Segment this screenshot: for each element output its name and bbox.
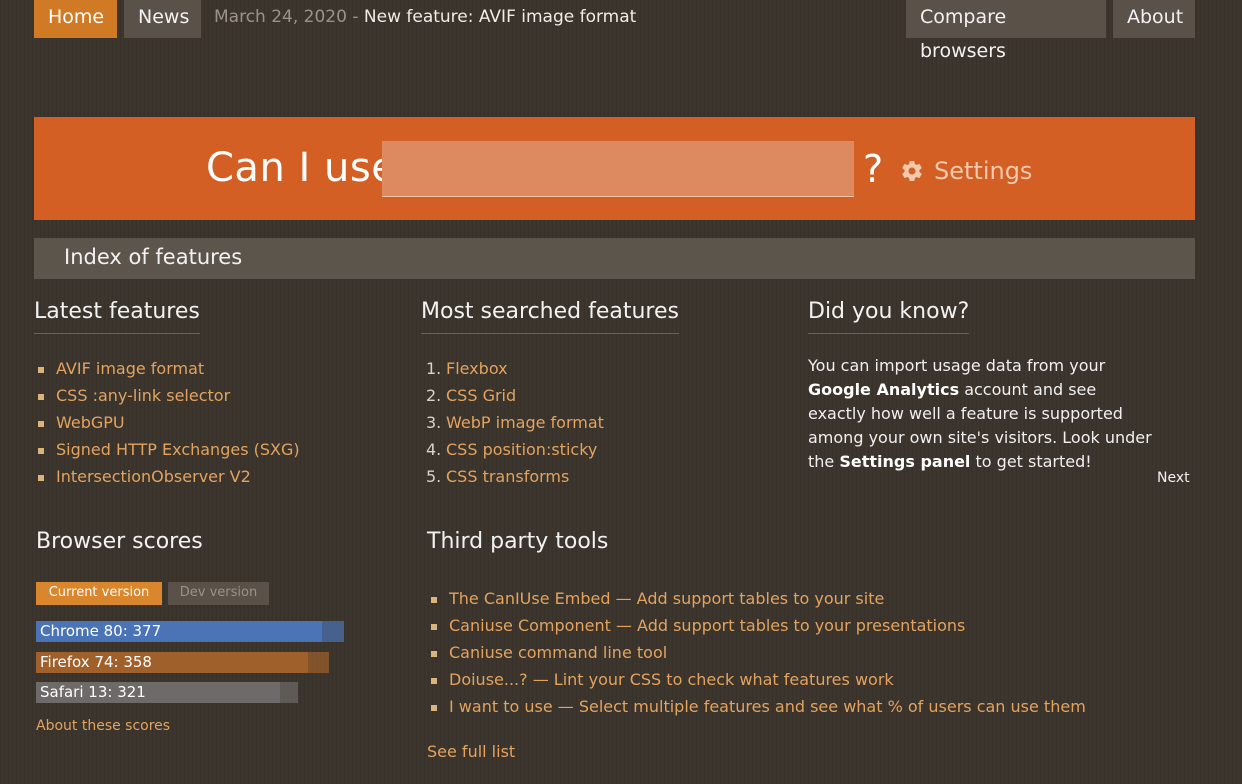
most-searched-link[interactable]: WebP image format — [446, 413, 604, 432]
most-searched-link[interactable]: CSS position:sticky — [446, 440, 597, 459]
settings-button[interactable]: Settings — [900, 157, 1032, 185]
list-item: 1. Flexbox — [426, 355, 604, 382]
latest-feature-link[interactable]: CSS :any-link selector — [34, 382, 300, 409]
question-mark: ? — [863, 147, 884, 191]
list-item: 4. CSS position:sticky — [426, 436, 604, 463]
list-number: 2. — [426, 386, 442, 405]
about-scores-link[interactable]: About these scores — [36, 718, 170, 734]
nav-about-button[interactable]: About — [1113, 0, 1195, 38]
dev-version-tab[interactable]: Dev version — [168, 582, 269, 605]
latest-feature-link[interactable]: IntersectionObserver V2 — [34, 463, 300, 490]
did-you-know-title: Did you know? — [808, 299, 970, 334]
nav-home-button[interactable]: Home — [34, 0, 117, 38]
third-party-tools-title: Third party tools — [427, 529, 609, 554]
most-searched-link[interactable]: CSS Grid — [446, 386, 516, 405]
latest-features-title: Latest features — [34, 299, 200, 334]
news-date: March 24, 2020 — [214, 7, 347, 27]
dyk-text-3: to get started! — [970, 452, 1092, 471]
most-searched-link[interactable]: Flexbox — [446, 359, 508, 378]
score-bar-safari: Safari 13: 321 — [36, 682, 298, 703]
nav-compare-browsers-button[interactable]: Compare browsers — [906, 0, 1106, 62]
list-number: 5. — [426, 467, 442, 486]
search-bar: Can I use ? Settings — [34, 117, 1195, 220]
nav-news-button[interactable]: News — [124, 0, 201, 38]
list-number: 3. — [426, 413, 442, 432]
third-party-tool-link[interactable]: The CanIUse Embed — Add support tables t… — [427, 585, 1086, 612]
next-tip-link[interactable]: Next — [1157, 470, 1190, 486]
most-searched-title: Most searched features — [421, 299, 679, 334]
see-full-list-link[interactable]: See full list — [427, 742, 515, 761]
third-party-tool-link[interactable]: Caniuse command line tool — [427, 639, 1086, 666]
news-title-link[interactable]: New feature: AVIF image format — [364, 7, 636, 27]
list-item: 3. WebP image format — [426, 409, 604, 436]
third-party-tool-link[interactable]: Doiuse...? — Lint your CSS to check what… — [427, 666, 1086, 693]
dyk-bold-settings-panel: Settings panel — [839, 452, 971, 471]
score-label: Firefox 74: 358 — [40, 653, 152, 671]
third-party-tools-list: The CanIUse Embed — Add support tables t… — [427, 585, 1086, 720]
index-of-features-title: Index of features — [64, 245, 243, 269]
score-label: Safari 13: 321 — [40, 683, 146, 701]
latest-features-list: AVIF image format CSS :any-link selector… — [34, 355, 300, 490]
browser-scores-title: Browser scores — [36, 529, 203, 554]
dyk-bold-google-analytics: Google Analytics — [808, 380, 960, 399]
news-separator: - — [352, 7, 359, 27]
score-bar-firefox: Firefox 74: 358 — [36, 652, 329, 673]
gear-icon — [902, 161, 922, 182]
feature-search-input[interactable] — [382, 141, 854, 197]
list-item: 5. CSS transforms — [426, 463, 604, 490]
list-item: 2. CSS Grid — [426, 382, 604, 409]
list-number: 1. — [426, 359, 442, 378]
did-you-know-text: You can import usage data from your Goog… — [808, 354, 1158, 474]
dyk-text-1: You can import usage data from your — [808, 356, 1106, 375]
latest-feature-link[interactable]: Signed HTTP Exchanges (SXG) — [34, 436, 300, 463]
settings-label: Settings — [934, 157, 1033, 185]
third-party-tool-link[interactable]: Caniuse Component — Add support tables t… — [427, 612, 1086, 639]
most-searched-link[interactable]: CSS transforms — [446, 467, 569, 486]
most-searched-list: 1. Flexbox 2. CSS Grid 3. WebP image format… — [426, 355, 604, 490]
index-of-features-bar[interactable]: Index of features — [34, 238, 1195, 279]
latest-feature-link[interactable]: WebGPU — [34, 409, 300, 436]
latest-feature-link[interactable]: AVIF image format — [34, 355, 300, 382]
current-version-tab[interactable]: Current version — [36, 582, 162, 605]
third-party-tool-link[interactable]: I want to use — Select multiple features… — [427, 693, 1086, 720]
can-i-use-label: Can I use — [206, 145, 397, 191]
score-label: Chrome 80: 377 — [40, 622, 162, 640]
news-headline: March 24, 2020 - New feature: AVIF image… — [214, 0, 636, 34]
score-bar-chrome: Chrome 80: 377 — [36, 621, 344, 642]
list-number: 4. — [426, 440, 442, 459]
